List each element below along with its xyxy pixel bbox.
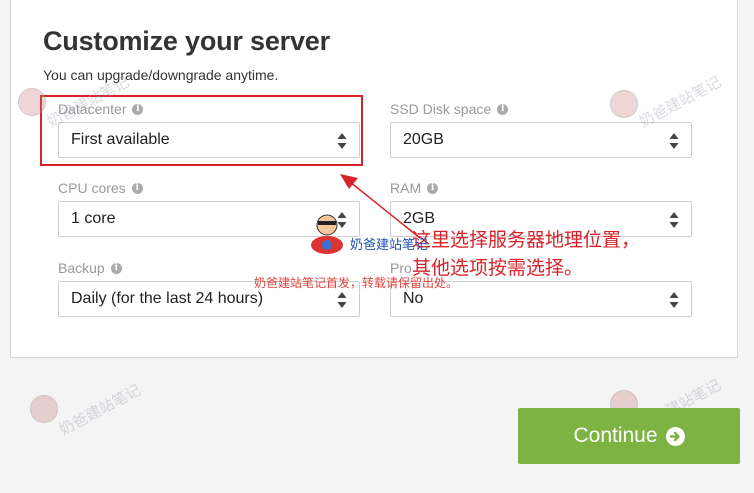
repost-note: 奶爸建站笔记首发，转载请保留出处。 bbox=[254, 276, 459, 290]
continue-label: Continue bbox=[573, 424, 658, 447]
arrow-right-circle-icon bbox=[665, 426, 685, 446]
continue-button[interactable]: Continue bbox=[518, 408, 740, 464]
blogger-avatar-icon bbox=[311, 214, 343, 254]
watermark-logo-icon bbox=[610, 90, 638, 118]
watermark-logo-icon bbox=[30, 395, 58, 423]
annotation-line-1: 这里选择服务器地理位置， bbox=[412, 229, 641, 251]
center-logo-text: 奶爸建站笔记 bbox=[350, 238, 429, 253]
watermark-logo-icon bbox=[18, 88, 46, 116]
